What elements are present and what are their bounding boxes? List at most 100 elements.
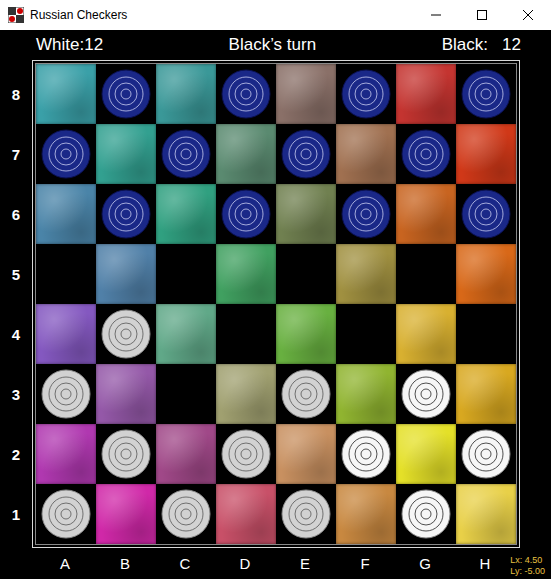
board-square[interactable] [396, 484, 456, 544]
minimize-button[interactable] [413, 0, 459, 30]
board-square[interactable] [456, 64, 516, 124]
black-piece[interactable] [341, 189, 391, 239]
board-square[interactable] [216, 484, 276, 544]
board-square[interactable] [96, 304, 156, 364]
board-square[interactable] [96, 424, 156, 484]
board-square[interactable] [96, 484, 156, 544]
board-square[interactable] [36, 304, 96, 364]
black-piece[interactable] [41, 129, 91, 179]
board-square[interactable] [36, 364, 96, 424]
board-square[interactable] [276, 124, 336, 184]
white-piece[interactable] [341, 429, 391, 479]
checkers-app-icon [8, 7, 24, 23]
board-square[interactable] [96, 184, 156, 244]
white-piece[interactable] [161, 489, 211, 539]
file-label: G [395, 555, 455, 572]
board-square[interactable] [276, 304, 336, 364]
white-piece[interactable] [101, 309, 151, 359]
black-score: Black: 12 [442, 35, 521, 55]
board-square[interactable] [156, 244, 216, 304]
board-square[interactable] [456, 124, 516, 184]
board-square[interactable] [456, 184, 516, 244]
board-square[interactable] [216, 304, 276, 364]
board-square[interactable] [336, 184, 396, 244]
board-square[interactable] [156, 304, 216, 364]
board-square[interactable] [276, 244, 336, 304]
black-piece[interactable] [101, 189, 151, 239]
board-square[interactable] [336, 484, 396, 544]
white-piece[interactable] [401, 369, 451, 419]
board-square[interactable] [276, 364, 336, 424]
board-square[interactable] [156, 64, 216, 124]
board-square[interactable] [156, 364, 216, 424]
board-square[interactable] [216, 364, 276, 424]
board-square[interactable] [276, 484, 336, 544]
board-square[interactable] [396, 304, 456, 364]
board-square[interactable] [156, 484, 216, 544]
board-square[interactable] [396, 124, 456, 184]
rank-label: 6 [0, 184, 32, 244]
board-square[interactable] [456, 364, 516, 424]
board-square[interactable] [396, 184, 456, 244]
board-square[interactable] [456, 304, 516, 364]
black-piece[interactable] [221, 189, 271, 239]
file-label: C [155, 555, 215, 572]
white-score: White:12 [36, 35, 103, 55]
black-piece[interactable] [461, 69, 511, 119]
board-square[interactable] [456, 484, 516, 544]
maximize-button[interactable] [459, 0, 505, 30]
board-frame [32, 60, 520, 548]
board-square[interactable] [36, 124, 96, 184]
board-square[interactable] [216, 64, 276, 124]
white-piece[interactable] [281, 369, 331, 419]
white-piece[interactable] [41, 489, 91, 539]
board-square[interactable] [96, 364, 156, 424]
board-square[interactable] [396, 364, 456, 424]
board-square[interactable] [396, 64, 456, 124]
board-square[interactable] [336, 304, 396, 364]
black-piece[interactable] [341, 69, 391, 119]
board-square[interactable] [36, 424, 96, 484]
board-square[interactable] [216, 124, 276, 184]
black-piece[interactable] [101, 69, 151, 119]
black-piece[interactable] [221, 69, 271, 119]
board-square[interactable] [36, 484, 96, 544]
board-square[interactable] [216, 424, 276, 484]
board-square[interactable] [156, 124, 216, 184]
board-square[interactable] [336, 244, 396, 304]
white-piece[interactable] [461, 429, 511, 479]
board-square[interactable] [336, 64, 396, 124]
board-square[interactable] [276, 64, 336, 124]
close-button[interactable] [505, 0, 551, 30]
black-piece[interactable] [161, 129, 211, 179]
board-square[interactable] [96, 124, 156, 184]
board-square[interactable] [276, 184, 336, 244]
board-square[interactable] [216, 244, 276, 304]
board-square[interactable] [156, 184, 216, 244]
white-piece[interactable] [101, 429, 151, 479]
turn-indicator: Black’s turn [229, 35, 317, 55]
board-square[interactable] [456, 244, 516, 304]
black-piece[interactable] [461, 189, 511, 239]
board-square[interactable] [336, 124, 396, 184]
white-piece[interactable] [221, 429, 271, 479]
board-square[interactable] [36, 244, 96, 304]
board-square[interactable] [96, 244, 156, 304]
board-square[interactable] [456, 424, 516, 484]
file-labels: ABCDEFGHLx: 4.50Ly: -5.00 [0, 548, 551, 579]
board-square[interactable] [336, 424, 396, 484]
board-square[interactable] [96, 64, 156, 124]
board-square[interactable] [396, 424, 456, 484]
board-square[interactable] [336, 364, 396, 424]
black-piece[interactable] [401, 129, 451, 179]
board-square[interactable] [36, 184, 96, 244]
board-square[interactable] [276, 424, 336, 484]
board-square[interactable] [156, 424, 216, 484]
board-square[interactable] [36, 64, 96, 124]
white-piece[interactable] [281, 489, 331, 539]
white-piece[interactable] [41, 369, 91, 419]
board-square[interactable] [216, 184, 276, 244]
black-piece[interactable] [281, 129, 331, 179]
board-square[interactable] [396, 244, 456, 304]
white-piece[interactable] [401, 489, 451, 539]
